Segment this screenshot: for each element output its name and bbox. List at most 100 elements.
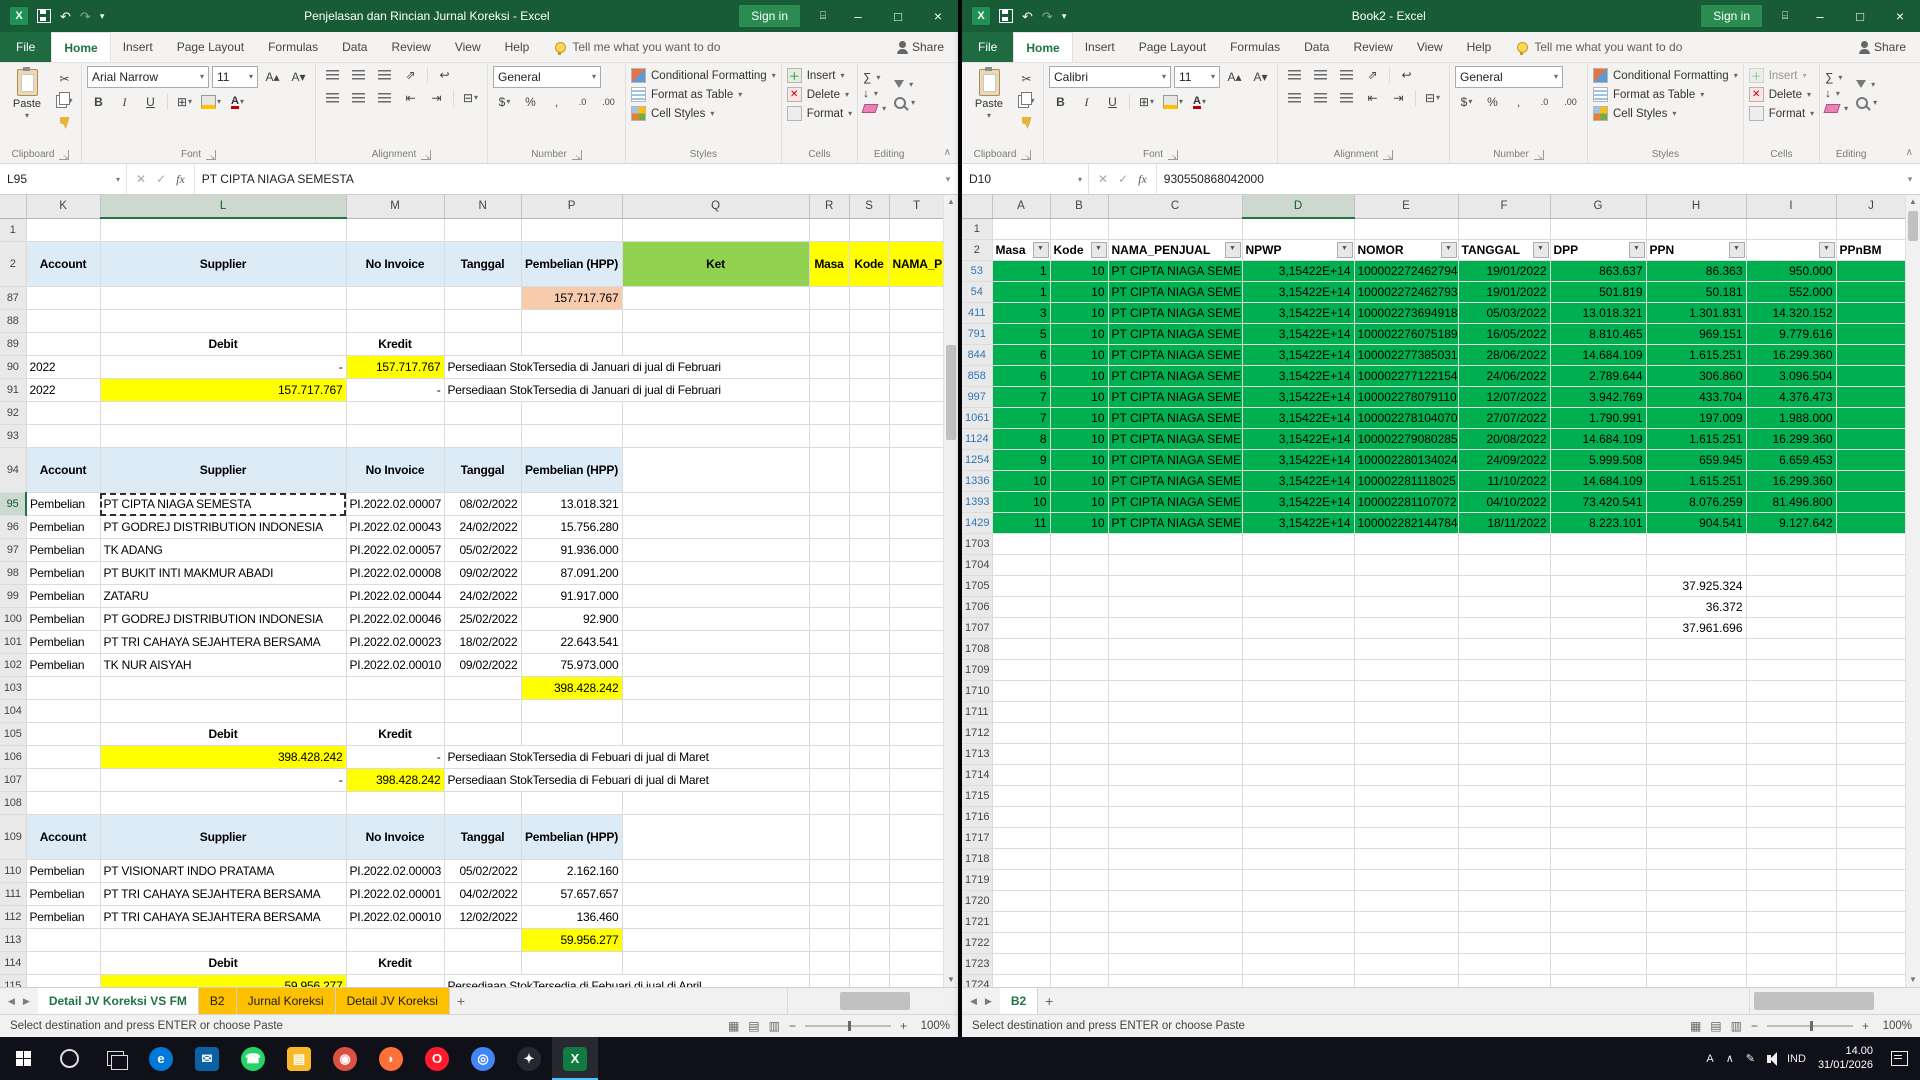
cell-F1710[interactable] <box>1458 681 1550 702</box>
cell-B1124[interactable]: 10 <box>1050 429 1108 450</box>
cell-I1124[interactable]: 16.299.360 <box>1746 429 1836 450</box>
cell-L96[interactable]: PT GODREJ DISTRIBUTION INDONESIA <box>100 516 346 539</box>
cell-C1709[interactable] <box>1108 660 1242 681</box>
cell-F1716[interactable] <box>1458 807 1550 828</box>
cell-I1720[interactable] <box>1746 891 1836 912</box>
col-header-L[interactable]: L <box>100 195 346 218</box>
cell-C54[interactable]: PT CIPTA NIAGA SEMEST <box>1108 282 1242 303</box>
cell-S93[interactable] <box>849 425 889 448</box>
cell-G1704[interactable] <box>1550 555 1646 576</box>
cell-M114[interactable]: Kredit <box>346 952 444 975</box>
enter-icon[interactable]: ✓ <box>156 172 166 186</box>
cut-button[interactable]: ✂ <box>53 70 76 88</box>
cell-T88[interactable] <box>889 310 943 333</box>
cell-L105[interactable]: Debit <box>100 723 346 746</box>
cell-K96[interactable]: Pembelian <box>26 516 100 539</box>
cell-J1714[interactable] <box>1836 765 1905 786</box>
cell-I1705[interactable] <box>1746 576 1836 597</box>
name-box-dropdown[interactable]: ▾ <box>110 164 127 194</box>
cell-A1716[interactable] <box>992 807 1050 828</box>
cell-S101[interactable] <box>849 631 889 654</box>
vertical-scroll-thumb[interactable] <box>946 345 956 440</box>
cell-E1706[interactable] <box>1354 597 1458 618</box>
cell-D1124[interactable]: 3,15422E+14 <box>1242 429 1354 450</box>
ribbon-tab-home[interactable]: Home <box>51 32 110 62</box>
cell-N108[interactable] <box>444 792 521 815</box>
cell-P100[interactable]: 92.900 <box>521 608 622 631</box>
top-align-button[interactable] <box>1283 66 1306 84</box>
cell-S95[interactable] <box>849 493 889 516</box>
cell-B791[interactable]: 10 <box>1050 324 1108 345</box>
cell-E1703[interactable] <box>1354 534 1458 555</box>
increase-indent-button[interactable]: ⇥ <box>425 89 448 107</box>
cell-J411[interactable] <box>1836 303 1905 324</box>
cell-T1[interactable] <box>889 218 943 242</box>
cell-K102[interactable]: Pembelian <box>26 654 100 677</box>
cell-R107[interactable] <box>809 769 849 792</box>
cell-J844[interactable] <box>1836 345 1905 366</box>
cell-G1703[interactable] <box>1550 534 1646 555</box>
undo-button[interactable]: ↶ <box>60 10 71 23</box>
normal-view-button[interactable]: ▦ <box>728 1019 739 1033</box>
cell-F1711[interactable] <box>1458 702 1550 723</box>
cell-I411[interactable]: 14.320.152 <box>1746 303 1836 324</box>
cell-B2[interactable]: Kode▼ <box>1050 240 1108 261</box>
cell-H1724[interactable] <box>1646 975 1746 988</box>
cell-C1710[interactable] <box>1108 681 1242 702</box>
cell-R99[interactable] <box>809 585 849 608</box>
cell-D411[interactable]: 3,15422E+14 <box>1242 303 1354 324</box>
sheet-tab-b2[interactable]: B2 <box>1000 988 1038 1014</box>
cell-J1719[interactable] <box>1836 870 1905 891</box>
cell-N94[interactable]: Tanggal <box>444 448 521 493</box>
cell-D1707[interactable] <box>1242 618 1354 639</box>
row-header-92[interactable]: 92 <box>0 402 26 425</box>
share-button[interactable]: Share <box>885 32 958 62</box>
cell-D1703[interactable] <box>1242 534 1354 555</box>
cell-G1709[interactable] <box>1550 660 1646 681</box>
accounting-format-button[interactable]: $▾ <box>1455 93 1478 111</box>
cell-F1061[interactable]: 27/07/2022 <box>1458 408 1550 429</box>
cell-S115[interactable] <box>849 975 889 988</box>
ribbon-tab-page-layout[interactable]: Page Layout <box>165 32 256 62</box>
cell-B1704[interactable] <box>1050 555 1108 576</box>
cell-P88[interactable] <box>521 310 622 333</box>
cell-M99[interactable]: PI.2022.02.00044 <box>346 585 444 608</box>
cell-J1715[interactable] <box>1836 786 1905 807</box>
comma-style-button[interactable]: , <box>1507 93 1530 111</box>
cell-G1717[interactable] <box>1550 828 1646 849</box>
cell-Q110[interactable] <box>622 860 809 883</box>
tell-me-box[interactable]: Tell me what you want to do <box>555 32 720 62</box>
cell-N96[interactable]: 24/02/2022 <box>444 516 521 539</box>
autosum-button[interactable]: ∑▾ <box>1825 72 1848 84</box>
row-header-2[interactable]: 2 <box>962 240 992 261</box>
cell-G1707[interactable] <box>1550 618 1646 639</box>
cell-P93[interactable] <box>521 425 622 448</box>
row-header-114[interactable]: 114 <box>0 952 26 975</box>
cell-C1336[interactable]: PT CIPTA NIAGA SEMEST <box>1108 471 1242 492</box>
cell-B1705[interactable] <box>1050 576 1108 597</box>
cell-G1712[interactable] <box>1550 723 1646 744</box>
cell-D1717[interactable] <box>1242 828 1354 849</box>
cell-B1711[interactable] <box>1050 702 1108 723</box>
zoom-level[interactable]: 100% <box>1878 1020 1912 1032</box>
insert-cells-button[interactable]: ＋Insert▾ <box>787 68 852 83</box>
cell-J1723[interactable] <box>1836 954 1905 975</box>
cell-I1708[interactable] <box>1746 639 1836 660</box>
cell-Q103[interactable] <box>622 677 809 700</box>
cell-N105[interactable] <box>444 723 521 746</box>
taskbar-github-icon[interactable]: ✦ <box>506 1037 552 1080</box>
select-all-corner[interactable] <box>962 195 992 218</box>
qat-customize-button[interactable]: ▾ <box>1062 12 1067 21</box>
col-header-H[interactable]: H <box>1646 195 1746 218</box>
cell-B1[interactable] <box>1050 218 1108 240</box>
cell-I1712[interactable] <box>1746 723 1836 744</box>
cell-T103[interactable] <box>889 677 943 700</box>
cell-Q102[interactable] <box>622 654 809 677</box>
row-header-1704[interactable]: 1704 <box>962 555 992 576</box>
cell-B1713[interactable] <box>1050 744 1108 765</box>
taskbar-whatsapp-icon[interactable]: ☎ <box>230 1037 276 1080</box>
cell-S105[interactable] <box>849 723 889 746</box>
borders-button[interactable]: ⊞▾ <box>1135 93 1158 111</box>
cell-S107[interactable] <box>849 769 889 792</box>
cell-R87[interactable] <box>809 287 849 310</box>
